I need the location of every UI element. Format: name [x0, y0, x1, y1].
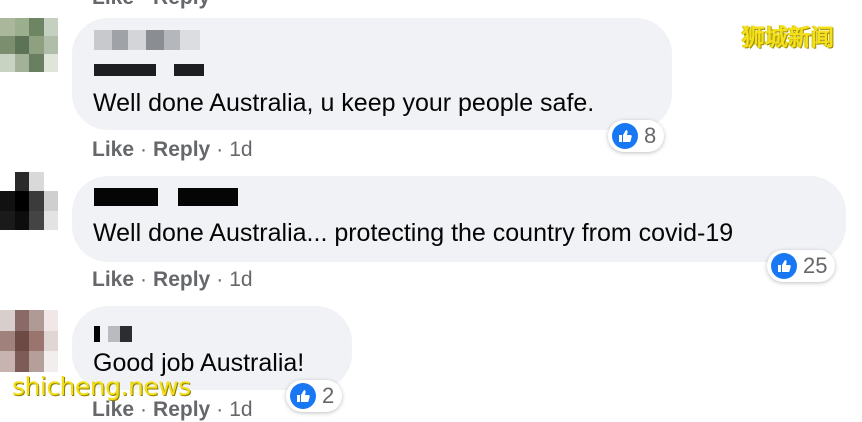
watermark-top: 狮城新闻 — [742, 25, 834, 51]
reaction-number: 8 — [644, 123, 657, 148]
author-name-redacted[interactable] — [94, 326, 132, 342]
comment-text: Well done Australia, u keep your people … — [93, 89, 595, 117]
like-link[interactable]: Like — [92, 138, 134, 161]
separator: · — [140, 268, 148, 291]
separator: · — [216, 398, 224, 421]
separator: · — [216, 268, 224, 291]
separator: · — [140, 138, 148, 161]
author-name-redacted-2 — [94, 64, 204, 76]
separator: · — [140, 398, 148, 421]
like-thumbs-up-icon — [290, 383, 316, 409]
separator: · — [216, 138, 224, 161]
reply-link[interactable]: Reply — [153, 398, 210, 421]
avatar[interactable] — [0, 310, 58, 372]
partial-top-meta: Like·Reply — [92, 0, 210, 10]
avatar[interactable] — [0, 18, 58, 72]
comment-actions: Like · Reply · 1d — [92, 138, 253, 162]
reaction-count[interactable]: 25 — [767, 250, 836, 282]
avatar[interactable] — [0, 172, 58, 230]
author-name-redacted[interactable] — [94, 188, 238, 206]
timestamp[interactable]: 1d — [229, 398, 252, 421]
reaction-number: 2 — [322, 383, 335, 408]
reaction-count[interactable]: 2 — [286, 380, 343, 412]
reaction-number: 25 — [803, 253, 828, 278]
reply-link[interactable]: Reply — [153, 138, 210, 161]
like-thumbs-up-icon — [612, 123, 638, 149]
comment-text: Well done Australia... protecting the co… — [93, 219, 734, 247]
author-name-redacted[interactable] — [94, 30, 200, 50]
timestamp[interactable]: 1d — [229, 138, 252, 161]
like-link[interactable]: Like — [92, 268, 134, 291]
reply-link[interactable]: Reply — [153, 268, 210, 291]
comment-actions: Like · Reply · 1d — [92, 398, 253, 422]
like-thumbs-up-icon — [771, 253, 797, 279]
timestamp[interactable]: 1d — [229, 268, 252, 291]
comment-actions: Like · Reply · 1d — [92, 268, 253, 292]
watermark-bottom: shicheng.news — [12, 372, 191, 401]
reaction-count[interactable]: 8 — [608, 120, 665, 152]
like-link[interactable]: Like — [92, 398, 134, 421]
